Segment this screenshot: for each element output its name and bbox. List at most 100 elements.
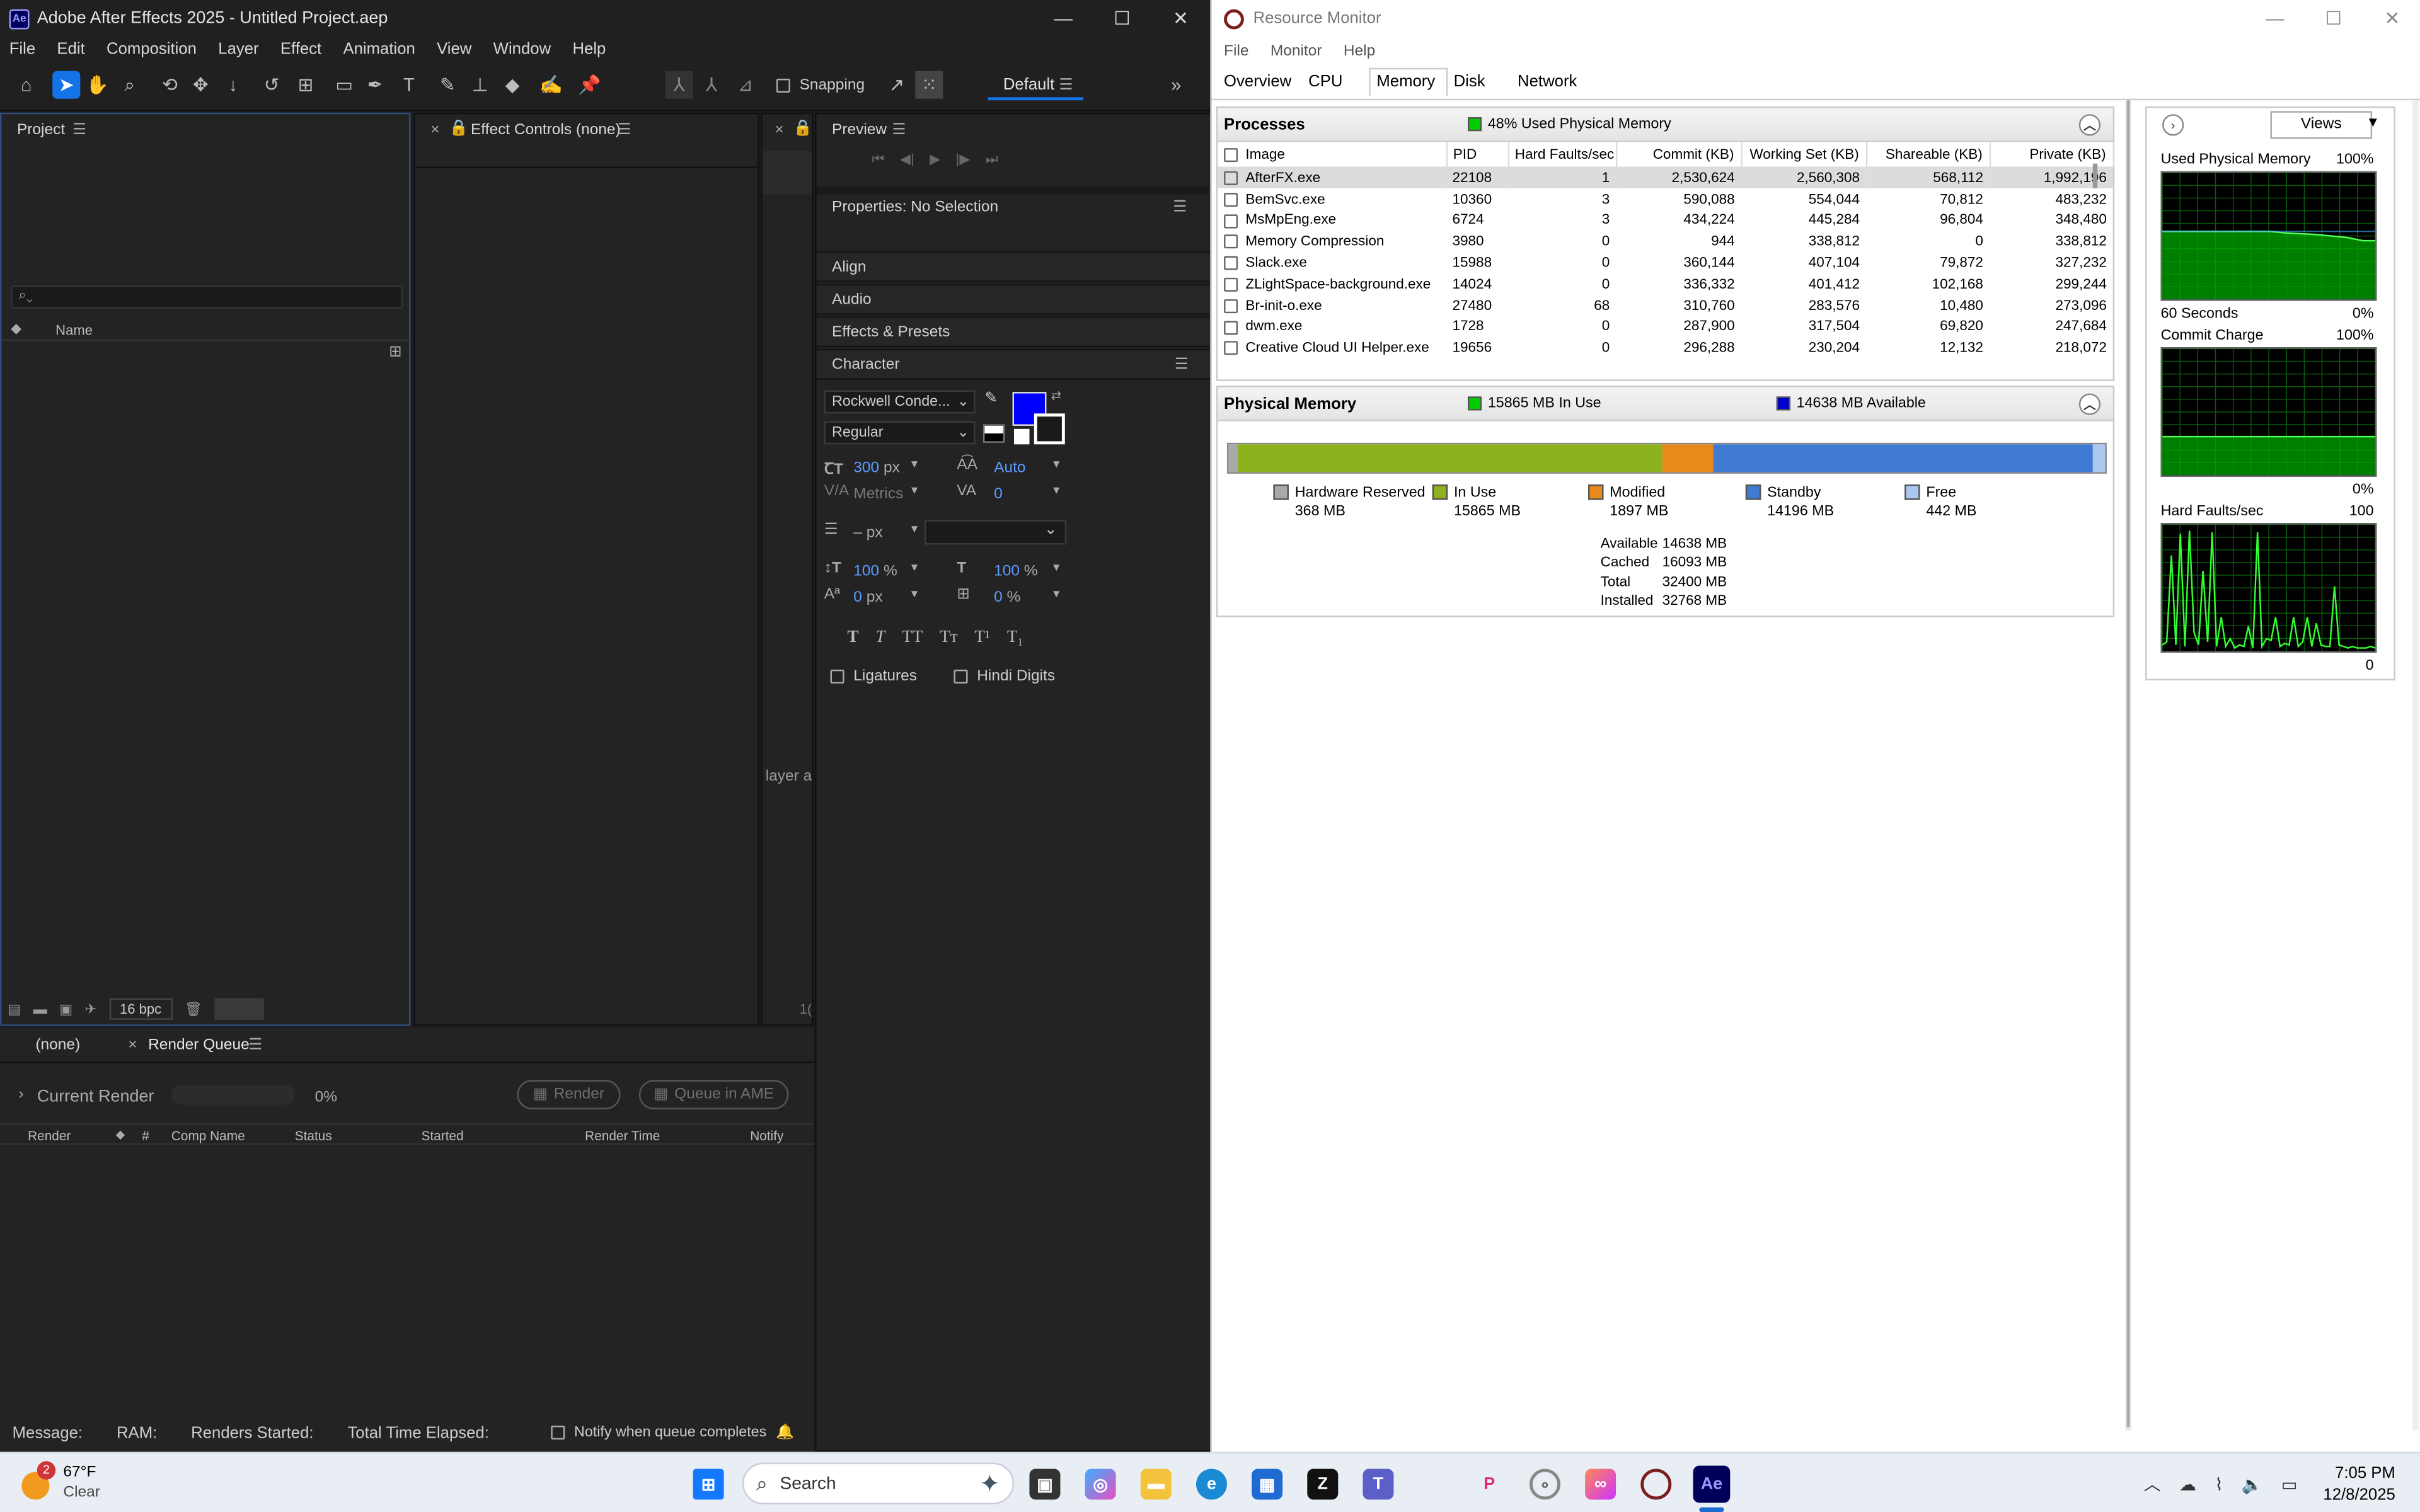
process-row[interactable]: BemSvc.exe 10360 3 590,088 554,044 70,812 483,… [1218, 188, 2112, 209]
faux-italic-button[interactable]: T [875, 628, 885, 646]
clock-time[interactable]: 7:05 PM [2335, 1464, 2395, 1482]
menu-edit[interactable]: Edit [57, 40, 84, 59]
col-started[interactable]: Started [422, 1128, 464, 1143]
views-dropdown-icon[interactable]: ▼ [2366, 114, 2380, 129]
type-tool-icon[interactable]: T [395, 71, 423, 99]
tsume-value[interactable]: 0 % [994, 590, 1020, 607]
collapse-processes-icon[interactable]: ︿ [2078, 114, 2101, 136]
font-size-dropdown-icon[interactable]: ▼ [909, 460, 919, 471]
process-checkbox[interactable] [1224, 277, 1238, 292]
p-app-icon[interactable]: P [1474, 1469, 1505, 1499]
physical-memory-header[interactable]: Physical Memory 15865 MB In Use 14638 MB… [1218, 387, 2113, 421]
views-button[interactable]: Views [2270, 111, 2373, 139]
store-icon[interactable]: ▦ [1252, 1469, 1283, 1500]
workspace-default[interactable]: Default ☰ [988, 76, 1084, 101]
comp-close-icon[interactable]: × [775, 122, 783, 139]
edge-icon[interactable]: e [1196, 1469, 1227, 1500]
col-pid[interactable]: PID [1446, 142, 1509, 167]
process-checkbox[interactable] [1224, 235, 1238, 249]
axis-local-icon[interactable]: ⅄ [665, 71, 693, 99]
col-notify[interactable]: Notify [750, 1128, 783, 1143]
play-icon[interactable]: ▶ [930, 151, 940, 168]
expand-workspaces-icon[interactable]: » [1162, 71, 1190, 99]
col-shareable[interactable]: Shareable (KB) [1865, 142, 1990, 167]
menu-help[interactable]: Help [572, 40, 606, 59]
stroke-width-value[interactable]: – px [853, 525, 882, 542]
tab-network[interactable]: Network [1511, 72, 1587, 96]
last-frame-icon[interactable]: ⏭ [986, 151, 998, 168]
hand-tool-icon[interactable]: ✋ [83, 71, 111, 99]
menu-effect[interactable]: Effect [280, 40, 321, 59]
tab-disk[interactable]: Disk [1448, 72, 1496, 96]
notify-checkbox[interactable] [551, 1425, 565, 1440]
render-queue-menu-icon[interactable]: ☰ [248, 1037, 262, 1054]
eraser-tool-icon[interactable]: ◆ [498, 71, 526, 99]
font-size-value[interactable]: 300 px [853, 460, 900, 477]
bpc-button[interactable]: 16 bpc [108, 998, 173, 1020]
bell-icon[interactable]: 🔔 [776, 1424, 794, 1441]
prev-frame-icon[interactable]: ◀| [900, 151, 914, 168]
rm-menu-monitor[interactable]: Monitor [1270, 42, 1322, 59]
puppet-tool-icon[interactable]: 📌 [575, 71, 603, 99]
font-style-select[interactable]: Regular ⌄ [824, 421, 976, 445]
process-row[interactable]: Memory Compression 3980 0 944 338,812 0 338,81… [1218, 231, 2112, 252]
menu-animation[interactable]: Animation [343, 40, 415, 59]
none-tab[interactable]: (none) [35, 1037, 80, 1054]
dolly-tool-icon[interactable]: ↓ [219, 71, 247, 99]
workspace-menu-icon[interactable]: ☰ [1059, 77, 1073, 94]
kerning-value[interactable]: Metrics [853, 486, 903, 503]
effect-controls-menu-icon[interactable]: ☰ [618, 122, 631, 139]
collapse-physical-icon[interactable]: ︿ [2078, 393, 2101, 415]
after-effects-taskbar-icon[interactable]: Ae [1693, 1465, 1731, 1503]
baseline-dropdown-icon[interactable]: ▼ [909, 590, 919, 600]
col-status[interactable]: Status [295, 1128, 332, 1143]
process-row[interactable]: dwm.exe 1728 0 287,900 317,504 69,820 247,684 [1218, 316, 2112, 337]
menu-view[interactable]: View [437, 40, 471, 59]
close-icon[interactable]: ✕ [1151, 0, 1210, 37]
onedrive-icon[interactable]: ☁ [2179, 1474, 2196, 1494]
project-tab[interactable]: Project [17, 122, 65, 139]
col-commit[interactable]: Commit (KB) [1616, 142, 1742, 167]
vertical-scale-value[interactable]: 100 % [853, 563, 897, 580]
home-icon[interactable]: ⌂ [13, 71, 40, 99]
show-hidden-icons-icon[interactable]: ︿ [2144, 1472, 2161, 1496]
small-caps-button[interactable]: Tт [940, 628, 957, 646]
hindi-digits-checkbox[interactable] [954, 669, 968, 684]
rm-menu-file[interactable]: File [1224, 42, 1248, 59]
start-icon[interactable]: ⊞ [693, 1469, 724, 1500]
stroke-width-dropdown-icon[interactable]: ▼ [909, 525, 919, 536]
queue-in-ame-button[interactable]: ▦ Queue in AME [638, 1080, 789, 1109]
process-checkbox[interactable] [1224, 214, 1238, 228]
col-name[interactable]: Name [55, 323, 93, 338]
battery-icon[interactable]: ▭ [2281, 1474, 2297, 1494]
tab-overview[interactable]: Overview [1218, 72, 1302, 96]
faux-bold-button[interactable]: T [848, 628, 859, 646]
character-menu-icon[interactable]: ☰ [1175, 355, 1189, 372]
teams-icon[interactable]: T [1363, 1469, 1394, 1500]
close-render-tab-icon[interactable]: × [128, 1037, 137, 1054]
col-render[interactable]: Render [28, 1128, 71, 1143]
brush-tool-icon[interactable]: ✎ [434, 71, 461, 99]
rm-menu-help[interactable]: Help [1344, 42, 1375, 59]
tracking-dropdown-icon[interactable]: ▼ [1051, 486, 1062, 496]
col-render-time[interactable]: Render Time [585, 1128, 660, 1143]
preview-tab[interactable]: Preview [832, 122, 887, 139]
properties-menu-icon[interactable]: ☰ [1173, 199, 1187, 216]
new-comp-icon[interactable]: ▣ [59, 1000, 72, 1017]
chat-icon[interactable]: ∘ [1529, 1469, 1560, 1500]
flowchart-icon[interactable]: ⊞ [389, 344, 402, 361]
menu-layer[interactable]: Layer [218, 40, 258, 59]
leading-dropdown-icon[interactable]: ▼ [1051, 460, 1062, 471]
network-icon[interactable]: ⌇ [2215, 1474, 2223, 1494]
pen-tool-icon[interactable]: ✒ [361, 71, 389, 99]
kerning-dropdown-icon[interactable]: ▼ [909, 486, 919, 496]
creative-cloud-icon[interactable]: ∞ [1585, 1469, 1616, 1500]
close-tab-icon[interactable]: × [430, 122, 439, 139]
next-frame-icon[interactable]: |▶ [956, 151, 971, 168]
menu-window[interactable]: Window [493, 40, 551, 59]
apple-icon[interactable] [1419, 1469, 1449, 1499]
resource-monitor-taskbar-icon[interactable] [1640, 1469, 1672, 1500]
eyedropper-icon[interactable]: ✎ [984, 391, 998, 408]
volume-icon[interactable]: 🔈 [2242, 1474, 2263, 1494]
pan-tool-icon[interactable]: ✥ [187, 71, 214, 99]
